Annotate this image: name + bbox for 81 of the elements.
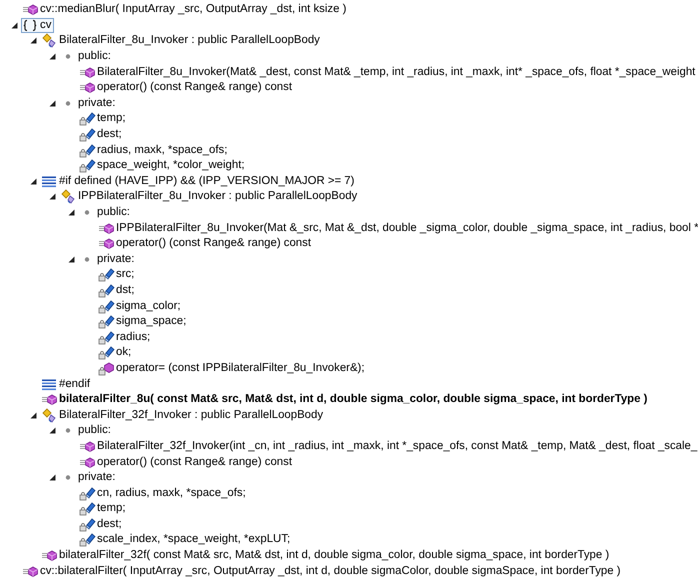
braces-icon	[23, 20, 37, 31]
locked-field-icon	[98, 331, 115, 344]
outline-label: public:	[78, 49, 111, 64]
dot-icon	[66, 54, 70, 59]
outline-label: sigma_space;	[116, 314, 186, 330]
method-icon	[80, 441, 95, 452]
dot-icon	[84, 257, 90, 262]
outline-label: #endif	[59, 376, 90, 392]
locked-field-icon	[98, 316, 115, 329]
outline-item[interactable]: cn, radius, maxk, *space_ofs;	[78, 485, 249, 501]
outline-label: operator() (const Range& range) const	[97, 80, 292, 96]
outline-item[interactable]: public:	[78, 204, 133, 220]
outline-item[interactable]: dest;	[78, 516, 125, 532]
outline-label: src;	[116, 267, 134, 282]
outline-item[interactable]: #endif	[40, 376, 94, 392]
outline-label: radius, maxk, *space_ofs;	[97, 142, 228, 158]
outline-item[interactable]: temp;	[78, 501, 128, 517]
lines-icon	[42, 379, 56, 390]
outline-label: space_weight, *color_weight;	[97, 158, 245, 174]
locked-field-icon	[98, 300, 115, 313]
locked-field-icon	[80, 518, 96, 532]
outline-item[interactable]: public:	[59, 48, 114, 64]
outline-item[interactable]: space_weight, *color_weight;	[78, 158, 248, 174]
outline-label: ok;	[116, 345, 132, 360]
outline-item[interactable]: sigma_color;	[97, 298, 184, 314]
method-icon	[98, 238, 114, 250]
outline-item[interactable]: dst;	[97, 282, 138, 298]
method-icon	[22, 4, 38, 16]
dot-icon	[66, 475, 70, 480]
outline-label: private:	[78, 470, 116, 486]
locked-field-icon	[80, 144, 96, 158]
method-icon	[98, 223, 114, 234]
locked-field-icon	[80, 487, 96, 500]
outline-label: private:	[78, 96, 116, 111]
locked-field-icon	[80, 502, 96, 516]
method-icon	[22, 566, 38, 577]
method-icon	[42, 550, 57, 562]
outline-label: dest;	[97, 516, 122, 532]
outline-item[interactable]: private:	[59, 96, 118, 112]
outline-label: cv	[40, 18, 52, 33]
locked-method-icon	[98, 362, 114, 376]
method-icon	[80, 82, 95, 94]
outline-label: private:	[97, 252, 134, 267]
method-icon	[80, 457, 95, 468]
outline-item[interactable]: operator() (const Range& range) const	[78, 80, 296, 96]
outline-item[interactable]: sigma_space;	[97, 314, 190, 330]
outline-item[interactable]: temp;	[78, 111, 128, 127]
outline-label: cn, radius, maxk, *space_ofs;	[97, 486, 246, 501]
outline-label: dst;	[116, 282, 134, 298]
locked-field-icon	[80, 534, 96, 547]
method-icon	[42, 394, 57, 406]
lines-icon	[42, 176, 56, 187]
outline-item[interactable]: cv	[21, 18, 54, 34]
class-icon	[61, 190, 75, 204]
outline-item[interactable]: src;	[97, 267, 138, 283]
dot-icon	[66, 101, 70, 106]
outline-label: radius;	[116, 330, 150, 345]
dot-icon	[84, 210, 90, 215]
outline-item[interactable]: ok;	[97, 345, 134, 361]
outline-label: dest;	[97, 127, 122, 142]
outline-label: public:	[78, 423, 111, 438]
locked-field-icon	[80, 112, 96, 126]
locked-field-icon	[98, 268, 115, 282]
outline-label: sigma_color;	[116, 298, 181, 314]
locked-field-icon	[98, 284, 115, 298]
outline-item[interactable]: private:	[78, 252, 138, 268]
method-icon	[80, 67, 95, 78]
outline-item[interactable]: private:	[59, 470, 118, 486]
locked-field-icon	[98, 346, 115, 360]
outline-label: public:	[97, 205, 130, 220]
outline-label: temp;	[97, 501, 126, 516]
locked-field-icon	[80, 160, 96, 173]
outline-item[interactable]: public:	[59, 423, 114, 439]
dot-icon	[66, 428, 70, 434]
class-icon	[42, 408, 56, 422]
outline-item[interactable]: radius;	[97, 329, 154, 346]
class-icon	[42, 34, 56, 48]
outline-label: temp;	[97, 111, 126, 126]
locked-field-icon	[80, 128, 96, 142]
outline-item[interactable]: dest;	[78, 126, 125, 142]
outline-item[interactable]: radius, maxk, *space_ofs;	[78, 142, 230, 158]
